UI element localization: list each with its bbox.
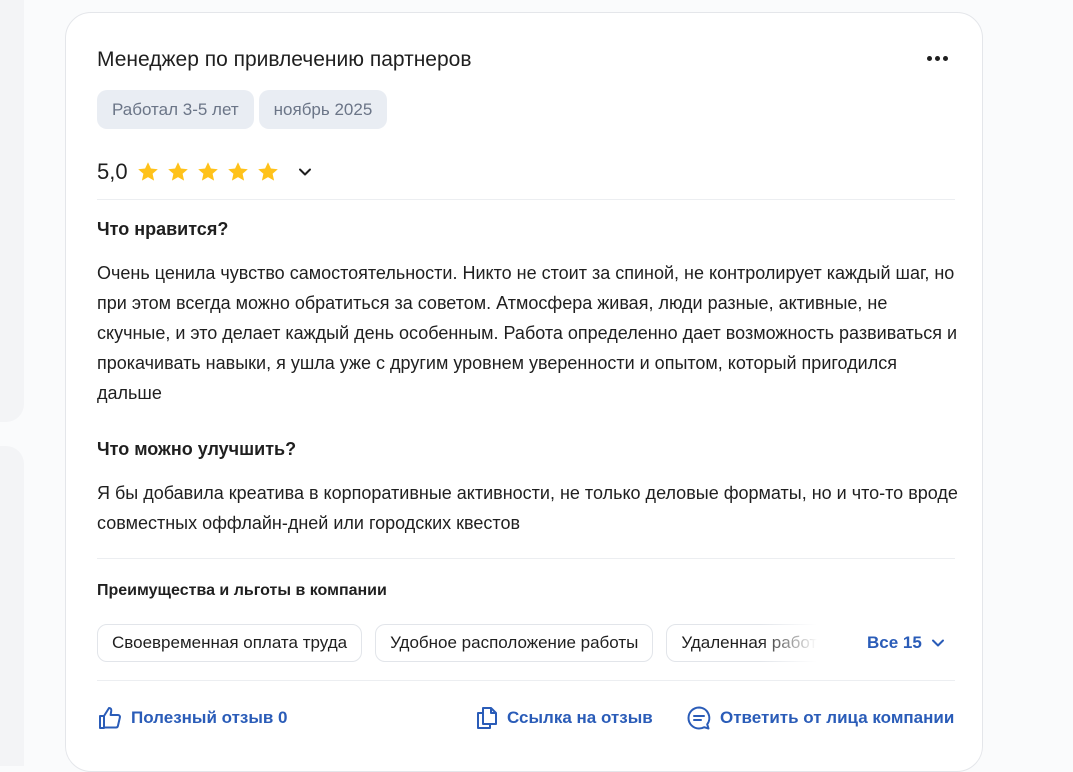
improve-title: Что можно улучшить? (97, 439, 297, 459)
left-panel-bottom (0, 446, 24, 766)
review-card: Менеджер по привлечению партнеров Работа… (65, 12, 983, 772)
benefit-chip[interactable]: Удобное расположение работы (375, 624, 654, 662)
more-horizontal-icon (926, 55, 948, 61)
divider (97, 680, 955, 681)
benefits-title: Преимущества и льготы в компании (97, 582, 387, 599)
helpful-label: Полезный отзыв 0 (131, 708, 288, 727)
star-icon (256, 160, 280, 184)
improve-text: Я бы добавила креатива в корпоративные а… (97, 483, 958, 533)
all-benefits-button[interactable]: Все 15 (867, 633, 946, 653)
star-icon (226, 160, 250, 184)
star-icon (166, 160, 190, 184)
chevron-down-icon (298, 168, 311, 176)
left-panel-top (0, 0, 24, 422)
helpful-button[interactable]: Полезный отзыв 0 (97, 705, 288, 731)
chat-bubble-icon (687, 706, 711, 730)
likes-text: Очень ценила чувство самостоятельности. … (97, 263, 958, 403)
review-tags: Работал 3-5 лет ноябрь 2025 (97, 90, 388, 129)
copy-link-label: Ссылка на отзыв (507, 708, 653, 727)
divider (97, 558, 955, 559)
benefit-chip[interactable]: Удаленная работа (666, 624, 817, 662)
review-actions: Полезный отзыв 0 Ссылка на отзыв Ответит… (97, 705, 957, 735)
reply-button[interactable]: Ответить от лица компании (686, 705, 954, 731)
more-options-button[interactable] (922, 49, 952, 67)
rating-details-toggle[interactable] (292, 159, 318, 185)
star-icon (196, 160, 220, 184)
likes-title: Что нравится? (97, 219, 229, 239)
thumbs-up-icon (99, 707, 121, 729)
tag-date: ноябрь 2025 (258, 90, 388, 129)
benefits-chips: Своевременная оплата труда Удобное распо… (97, 624, 817, 664)
copy-link-icon (477, 707, 497, 729)
rating-value: 5,0 (97, 159, 128, 184)
divider (97, 199, 955, 200)
tag-experience: Работал 3-5 лет (97, 90, 254, 129)
copy-link-button[interactable]: Ссылка на отзыв (475, 705, 653, 731)
chevron-down-icon (931, 639, 944, 647)
star-icon (136, 160, 160, 184)
review-title: Менеджер по привлечению партнеров (97, 48, 472, 71)
benefit-chip[interactable]: Своевременная оплата труда (97, 624, 363, 662)
rating-row: 5,0 (97, 159, 318, 185)
reply-label: Ответить от лица компании (720, 708, 955, 727)
all-benefits-label: Все 15 (867, 633, 922, 652)
